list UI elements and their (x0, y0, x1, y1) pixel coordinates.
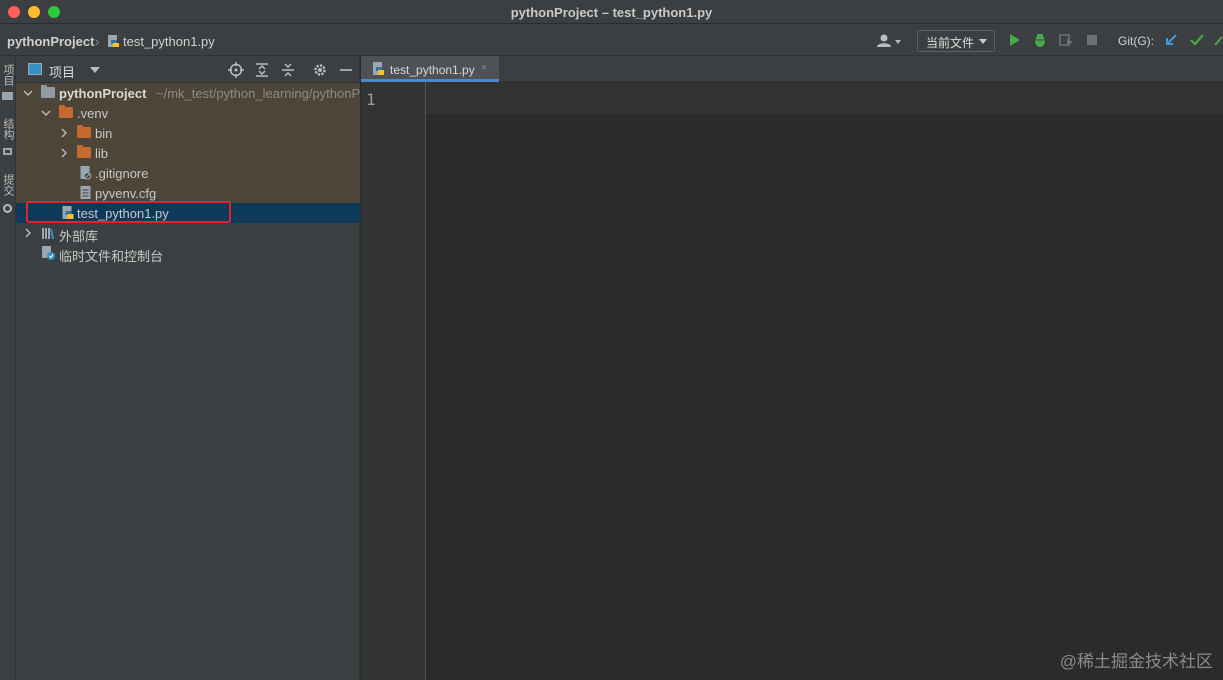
tree-item-label: .gitignore (95, 166, 149, 181)
stop-icon[interactable] (1084, 32, 1100, 48)
structure-tool-tab[interactable]: 结构 (0, 118, 16, 140)
tree-item-label: .venv (77, 106, 109, 121)
title-bar: pythonProject – test_python1.py (0, 0, 1223, 24)
tab-test-python1[interactable]: test_python1.py × (361, 56, 499, 82)
scratch-file-icon (42, 246, 55, 260)
chevron-right-icon[interactable] (23, 228, 33, 238)
run-icon[interactable] (1006, 32, 1022, 48)
folder-icon (77, 145, 91, 158)
hide-panel-icon[interactable] (338, 62, 354, 78)
python-file-icon (373, 62, 384, 75)
git-update-icon[interactable] (1163, 32, 1179, 48)
chevron-right-icon[interactable] (59, 148, 69, 158)
tree-item-pyvenv-cfg[interactable]: pyvenv.cfg (16, 183, 360, 203)
text-file-icon (80, 186, 91, 199)
chevron-down-icon (979, 39, 987, 44)
left-tool-strip: 项目 结构 提交 (0, 56, 16, 680)
ignore-file-icon (80, 166, 92, 180)
python-file-icon (108, 35, 119, 47)
debug-icon[interactable] (1032, 32, 1048, 48)
breadcrumb-separator: › (95, 34, 100, 49)
tree-item-label: pythonProject (59, 86, 147, 101)
chevron-down-icon[interactable] (41, 108, 51, 118)
git-push-icon[interactable] (1213, 32, 1223, 48)
library-icon (42, 228, 55, 240)
tree-item-lib[interactable]: lib (16, 143, 360, 163)
folder-icon (2, 92, 13, 100)
code-editor[interactable] (426, 82, 1223, 680)
expand-all-icon[interactable] (254, 62, 270, 78)
window-title: pythonProject – test_python1.py (510, 5, 713, 20)
watermark: @稀土掘金技术社区 (1059, 652, 1213, 671)
project-panel: 项目 pythonProject ~/mk_test/python_learni… (16, 56, 360, 680)
chevron-down-icon[interactable] (90, 67, 100, 73)
structure-tool-tab-label: 结构 (2, 118, 14, 140)
project-panel-title[interactable]: 项目 (49, 62, 75, 81)
breadcrumb-project[interactable]: pythonProject (7, 34, 94, 49)
line-number: 1 (366, 90, 376, 109)
tree-item-gitignore[interactable]: .gitignore (16, 163, 360, 183)
chevron-right-icon[interactable] (59, 128, 69, 138)
project-panel-header: 项目 (16, 56, 360, 83)
chevron-down-icon[interactable] (23, 88, 33, 98)
project-view-icon (28, 63, 42, 75)
collapse-all-icon[interactable] (280, 62, 296, 78)
coverage-icon[interactable] (1058, 32, 1074, 48)
tree-item-bin[interactable]: bin (16, 123, 360, 143)
locate-icon[interactable] (228, 62, 244, 78)
close-icon[interactable]: × (481, 62, 487, 74)
tree-item-label: 临时文件和控制台 (59, 249, 164, 264)
folder-icon (59, 105, 73, 118)
folder-icon (77, 125, 91, 138)
run-configuration-select[interactable]: 当前文件 (917, 30, 995, 52)
editor-gutter: 1 (361, 82, 426, 680)
gear-icon[interactable] (312, 62, 328, 78)
run-configuration-label: 当前文件 (926, 36, 975, 50)
tree-item-path: ~/mk_test/python_learning/pythonProject (156, 86, 360, 101)
tree-item-external-libraries[interactable]: 外部库 (16, 223, 360, 244)
tree-item-pythonproject[interactable]: pythonProject ~/mk_test/python_learning/… (16, 83, 360, 103)
breadcrumb-file[interactable]: test_python1.py (123, 34, 215, 49)
git-label: Git(G): (1118, 34, 1154, 48)
tree-item-venv[interactable]: .venv (16, 103, 360, 123)
tree-item-label: pyvenv.cfg (95, 186, 157, 201)
tree-item-label: bin (95, 126, 113, 141)
tree-item-label: lib (95, 146, 109, 161)
current-line-highlight (426, 82, 1223, 114)
account-icon[interactable] (876, 33, 904, 49)
tree-item-scratches[interactable]: 临时文件和控制台 (16, 243, 360, 264)
project-tool-tab[interactable]: 项目 (0, 64, 16, 86)
annotation-highlight-box (26, 201, 231, 223)
commit-icon (3, 204, 12, 213)
navigation-bar: pythonProject › test_python1.py 当前文件 Git… (0, 24, 1223, 56)
commit-tool-tab-label: 提交 (2, 174, 14, 196)
git-commit-icon[interactable] (1189, 32, 1205, 48)
project-tool-tab-label: 项目 (2, 64, 14, 86)
editor-tab-bar: test_python1.py × (361, 56, 1223, 82)
commit-tool-tab[interactable]: 提交 (0, 174, 16, 196)
structure-icon (3, 148, 12, 155)
tab-label: test_python1.py (390, 63, 475, 77)
folder-icon (41, 85, 55, 98)
